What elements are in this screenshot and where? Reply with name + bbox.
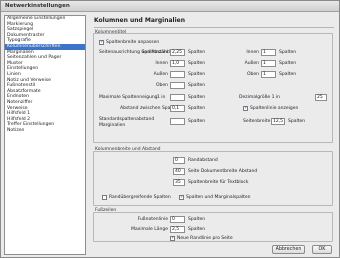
maximal-right-label: Dezimalgröße 1 in [239,95,281,100]
maximal-input[interactable] [170,94,185,101]
page-title: Kolumnen und Marginalien [94,17,185,24]
row-label-aussen: Außen [153,72,168,77]
right-checkbox[interactable] [179,194,184,200]
side-oben-input[interactable]: 1 [261,71,276,78]
maximal-label: Maximale Spaltenneigung [99,95,158,100]
left-checkbox-label: Randübergreifende Spalten [109,195,171,200]
more-checkbox-label: Spaltenlinie anzeigen [250,106,299,111]
side-label-innen: Innen [246,50,259,55]
maximal-right-input[interactable]: 25 [315,94,327,101]
std-input[interactable] [170,118,185,125]
footer-checkbox[interactable] [170,235,175,241]
more-unit: Spalten [188,106,206,111]
window-title: Netwerkinstellungen [5,3,70,9]
text-row-input-2[interactable]: 40 [173,168,185,175]
spacing-checkbox-label: Spaltenbreite anpassen [106,40,160,45]
spacing-checkbox[interactable] [99,39,104,45]
group-lines-label: Kolumnenbreite und Abstand [95,147,161,152]
text-row-input-1[interactable]: 0 [173,157,185,164]
footer-label-1: Fußnotenlinie [137,217,168,222]
right-checkbox-label: Spalten und Marginalspalten [186,195,251,200]
maximal-unit: Spalten [188,95,206,100]
settings-window: Netwerkinstellungen Allgemeine Einstellu… [0,0,340,258]
innen-unit: Spalten [188,61,206,66]
side-label-oben: Oben [246,72,259,77]
side-aussen-unit: Spalten [279,61,297,66]
category-sidebar[interactable]: Allgemeine Einstellungen Markierung Satzsp… [4,15,86,255]
settings-panel: Kolumnen und Marginalien Kolumnentitel S… [89,15,337,255]
title-divider [94,27,334,28]
aussen-unit: Spalten [188,72,206,77]
std-unit: Spalten [188,119,206,124]
footer-input-1[interactable]: 0 [170,216,185,223]
footer-unit-2: Spalten [188,227,206,232]
aussen-input[interactable] [170,71,185,78]
oben-input[interactable] [170,82,185,89]
text-row-label-3: Spaltenbreite für Textblock [188,180,249,185]
row-label-oben: Oben [155,83,168,88]
std-right-unit: Spalten [288,119,306,124]
title-bar: Netwerkinstellungen [1,1,339,12]
side-innen-unit: Spalten [279,50,297,55]
more-checkbox[interactable] [243,105,248,111]
maximal-value-label: 1 in [157,95,166,100]
cancel-button[interactable]: Abbrechen [272,245,305,254]
side-oben-unit: Spalten [279,72,297,77]
spaltenzahl-unit: Spalten [188,50,206,55]
group-footer-label: Fußzeilen [95,208,117,213]
std-right-input[interactable]: 12,5 [271,118,285,125]
text-row-input-3[interactable]: 35 [173,179,185,186]
row-label-spaltenzahl: Spaltenzahl [141,50,168,55]
row-label-innen: Innen [155,61,168,66]
group-header-label: Kolumnentitel [95,30,127,35]
spaltenzahl-input[interactable]: 2,25 [170,49,185,56]
text-row-label-2: Seite Dokumentbreite Abstand [188,169,258,174]
more-input[interactable]: 0,1 [170,105,185,112]
text-row-label-1: Randabstand [188,158,218,163]
footer-checkbox-label: Neue Randlinie pro Seite [177,236,233,241]
side-label-aussen: Außen [244,61,259,66]
ok-button[interactable]: OK [312,245,332,254]
innen-input[interactable]: 1,0 [170,60,185,67]
oben-unit: Spalten [188,83,206,88]
std-label-2: Marginalien [99,123,126,128]
std-label: Standardspaltenabstand [99,117,155,122]
footer-input-2[interactable]: 2,5 [170,226,185,233]
side-aussen-input[interactable]: 1 [261,60,276,67]
footer-label-2: Maximale Länge [131,227,168,232]
side-innen-input[interactable]: 1 [261,49,276,56]
left-checkbox[interactable] [102,195,107,200]
sidebar-item[interactable]: Notizen [5,128,85,134]
std-right-label: Seitenbreite [243,119,271,124]
footer-unit-1: Spalten [188,217,206,222]
